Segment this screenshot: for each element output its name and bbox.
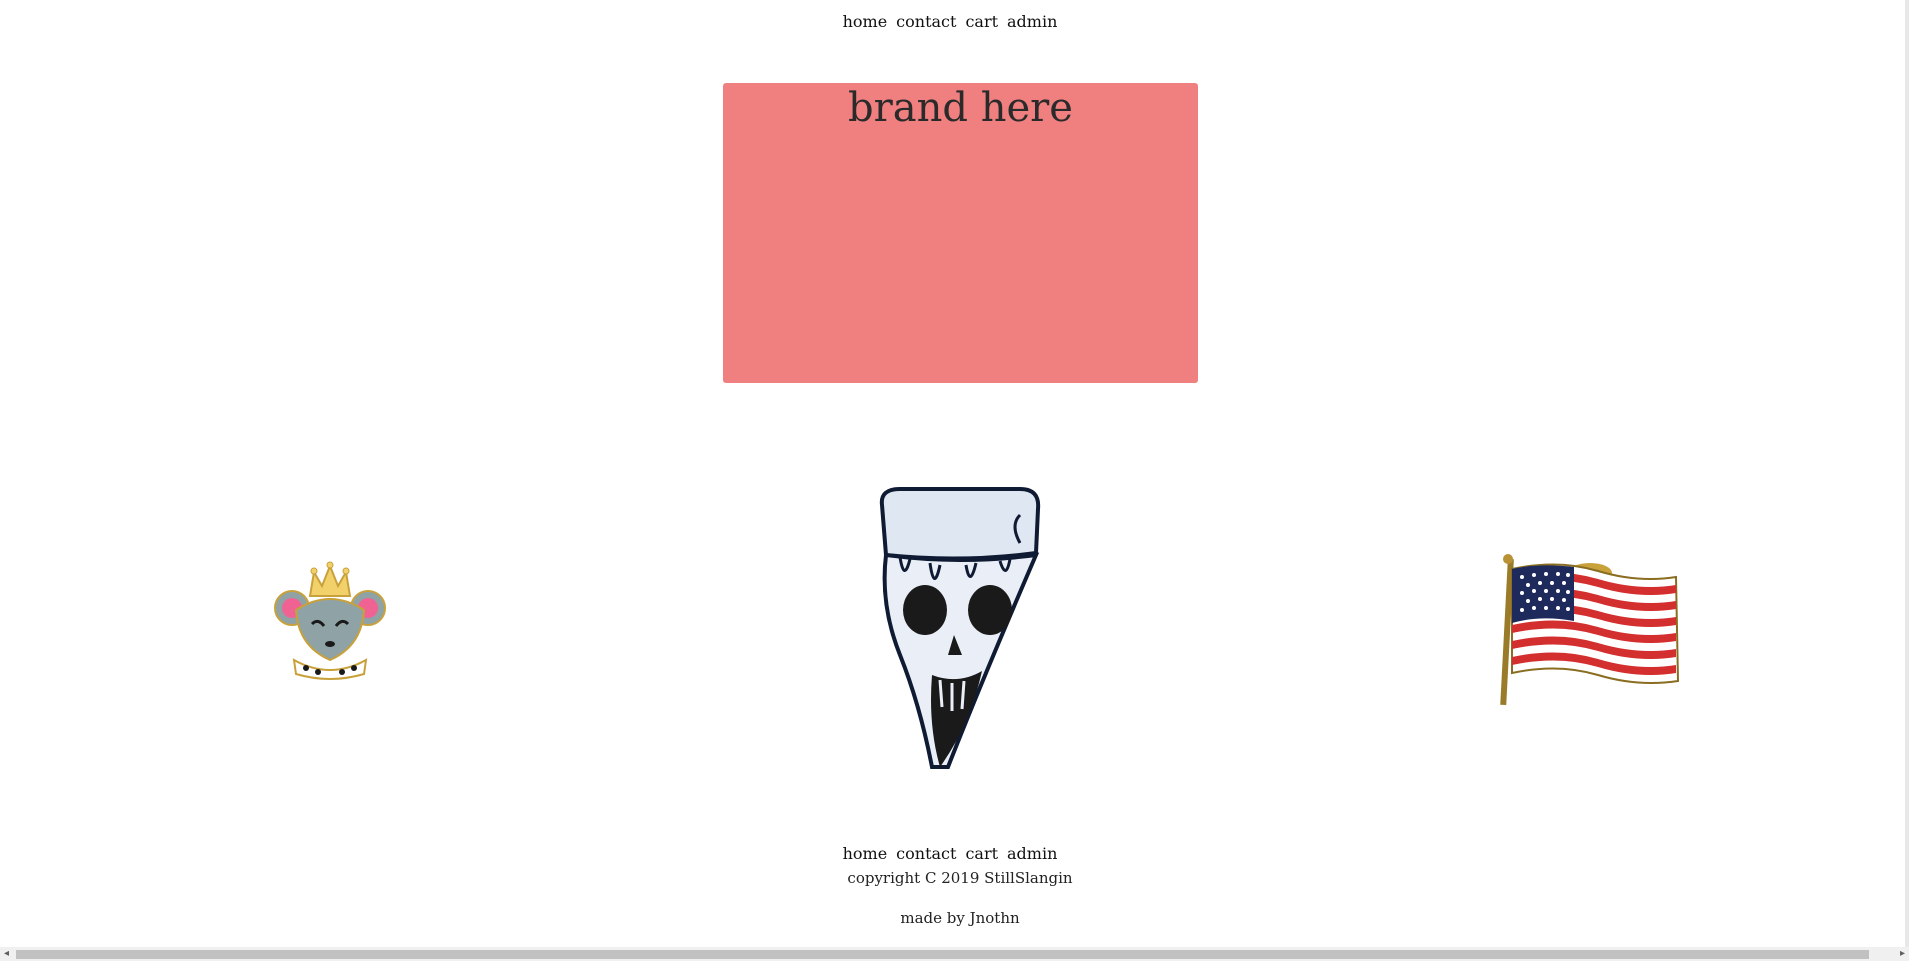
made-by-text: made by Jnothn <box>900 909 1020 927</box>
footer-nav-contact-link[interactable]: contact <box>896 844 956 863</box>
brand-title: brand here <box>848 85 1073 131</box>
footer-nav-cart-link[interactable]: cart <box>965 844 998 863</box>
page: home contact cart admin brand here home … <box>0 0 1909 961</box>
american-flag-pin-icon <box>1500 554 1680 706</box>
footer-nav: home contact cart admin <box>0 844 1900 863</box>
brand-banner: brand here <box>723 83 1198 383</box>
nav-cart-link[interactable]: cart <box>965 12 998 31</box>
vertical-scrollbar[interactable] <box>1905 0 1909 947</box>
horizontal-scrollbar[interactable]: ◂ ▸ <box>0 947 1909 961</box>
product-flag-pin[interactable] <box>1498 553 1688 708</box>
footer-nav-home-link[interactable]: home <box>843 844 888 863</box>
nav-home-link[interactable]: home <box>843 12 888 31</box>
nav-admin-link[interactable]: admin <box>1007 12 1057 31</box>
scroll-right-arrow-icon[interactable]: ▸ <box>1900 948 1905 960</box>
product-mouse-pin[interactable] <box>270 558 390 683</box>
top-nav: home contact cart admin <box>0 12 1900 31</box>
nav-contact-link[interactable]: contact <box>896 12 956 31</box>
horizontal-scrollbar-thumb[interactable] <box>16 950 1869 959</box>
product-skull-pizza-pin[interactable] <box>870 485 1050 775</box>
crowned-mouse-pin-icon <box>274 561 386 680</box>
skull-pizza-pin-icon <box>879 487 1041 769</box>
copyright-text: copyright C 2019 StillSlangin <box>847 869 1073 887</box>
footer-nav-admin-link[interactable]: admin <box>1007 844 1057 863</box>
scroll-left-arrow-icon[interactable]: ◂ <box>4 948 9 960</box>
